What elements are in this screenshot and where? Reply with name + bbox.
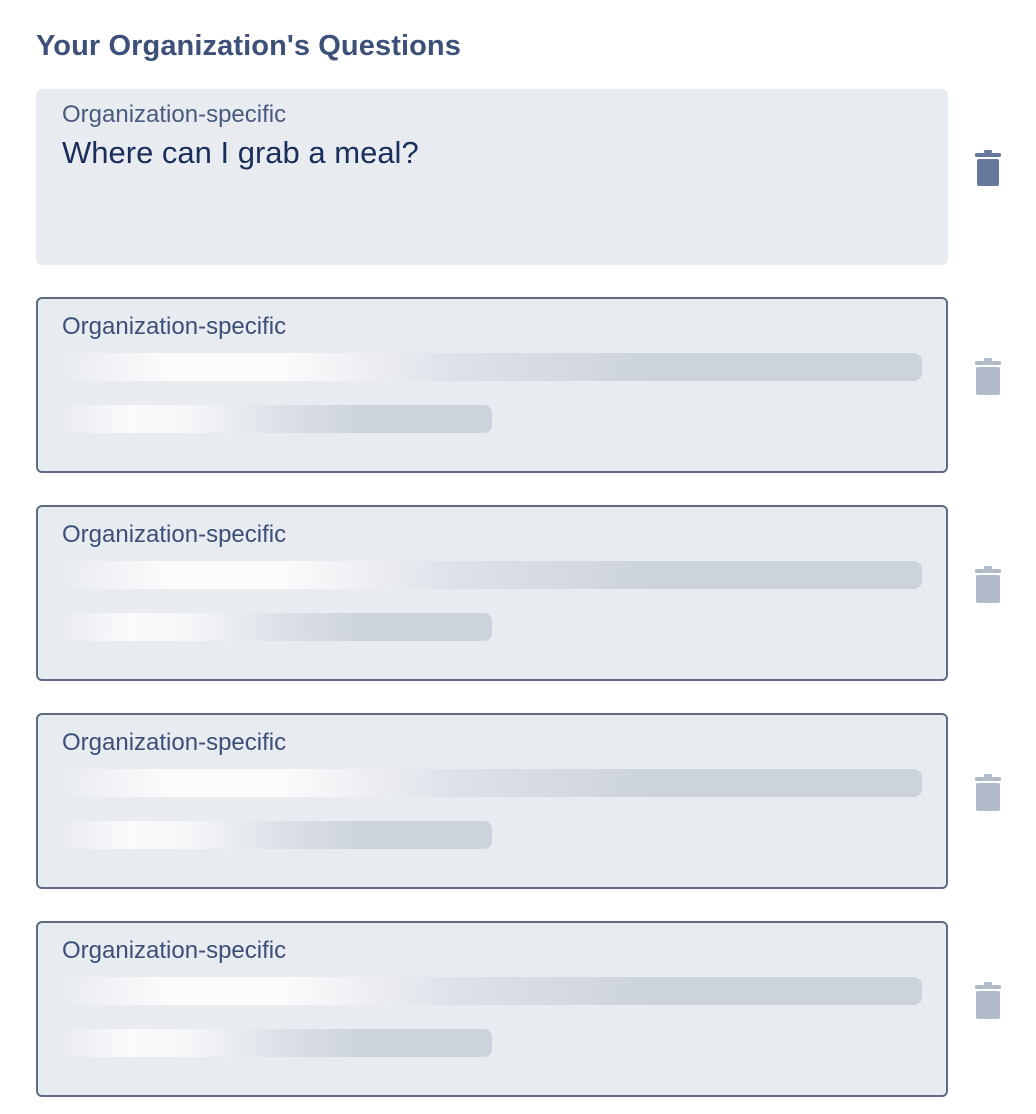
question-category-label: Organization-specific [62, 521, 287, 548]
section-title: Your Organization's Questions [36, 30, 461, 62]
skeleton-line [62, 613, 492, 641]
trash-icon[interactable] [974, 774, 1002, 812]
trash-icon[interactable] [974, 982, 1002, 1020]
question-card-loading[interactable]: Organization-specific [36, 297, 948, 473]
question-card-loading[interactable]: Organization-specific [36, 505, 948, 681]
skeleton-line [62, 977, 922, 1005]
question-category-label: Organization-specific [62, 313, 287, 340]
question-text[interactable]: Where can I grab a meal? [62, 135, 419, 171]
question-card[interactable]: Organization-specific Where can I grab a… [36, 89, 948, 265]
skeleton-line [62, 353, 922, 381]
question-category-label: Organization-specific [62, 729, 287, 756]
skeleton-line [62, 769, 922, 797]
trash-icon[interactable] [974, 566, 1002, 604]
question-category-label: Organization-specific [62, 101, 287, 128]
trash-icon[interactable] [974, 358, 1002, 396]
question-card-loading[interactable]: Organization-specific [36, 921, 948, 1097]
question-category-label: Organization-specific [62, 937, 287, 964]
question-card-loading[interactable]: Organization-specific [36, 713, 948, 889]
trash-icon[interactable] [974, 150, 1002, 188]
skeleton-line [62, 821, 492, 849]
skeleton-line [62, 561, 922, 589]
skeleton-line [62, 1029, 492, 1057]
skeleton-line [62, 405, 492, 433]
